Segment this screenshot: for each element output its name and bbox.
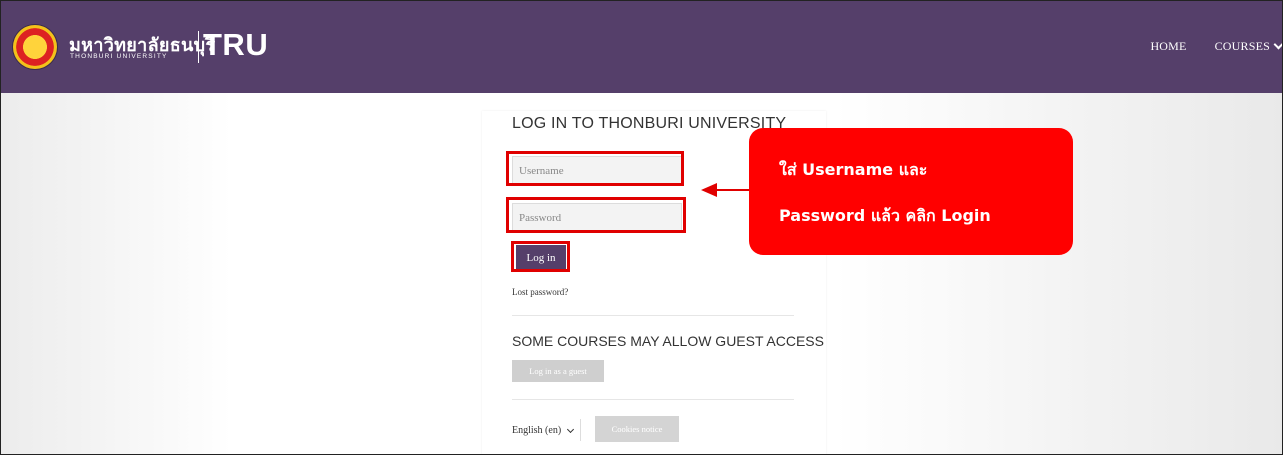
callout-line-1: ใส่ Username และ xyxy=(779,160,928,179)
browser-viewport: มหาวิทยาลัยธนบุรี THONBURI UNIVERSITY TR… xyxy=(0,0,1283,455)
arrow-left-icon xyxy=(701,183,717,197)
password-input[interactable] xyxy=(512,203,682,233)
cookies-notice-button[interactable]: Cookies notice xyxy=(595,416,679,442)
site-logo[interactable]: มหาวิทยาลัยธนบุรี THONBURI UNIVERSITY TR… xyxy=(13,25,268,69)
nav-home-label: HOME xyxy=(1150,39,1187,53)
instruction-callout: ใส่ Username และ Password แล้ว คลิก Logi… xyxy=(749,128,1073,255)
login-title: LOG IN TO THONBURI UNIVERSITY xyxy=(512,115,787,132)
lost-password-link[interactable]: Lost password? xyxy=(512,287,568,297)
nav-links: HOME COURSES xyxy=(1150,39,1282,54)
divider xyxy=(512,399,794,400)
divider xyxy=(512,315,794,316)
guest-login-button[interactable]: Log in as a guest xyxy=(512,360,604,382)
callout-arrow-line xyxy=(717,189,749,191)
username-input[interactable] xyxy=(512,156,682,186)
language-selector[interactable]: English (en) xyxy=(512,425,575,436)
footer-divider xyxy=(580,419,581,441)
nav-courses-label: COURSES xyxy=(1214,39,1270,53)
chevron-down-icon xyxy=(1273,39,1282,50)
nav-home-link[interactable]: HOME xyxy=(1150,39,1186,54)
navbar: มหาวิทยาลัยธนบุรี THONBURI UNIVERSITY TR… xyxy=(1,1,1282,93)
language-label: English (en) xyxy=(512,425,562,436)
logo-english-name: THONBURI UNIVERSITY xyxy=(70,53,168,60)
login-button[interactable]: Log in xyxy=(516,245,566,271)
guest-access-title: SOME COURSES MAY ALLOW GUEST ACCESS xyxy=(512,333,824,349)
callout-line-2: Password แล้ว คลิก Login xyxy=(779,206,991,225)
nav-courses-link[interactable]: COURSES xyxy=(1215,39,1282,54)
chevron-down-icon xyxy=(567,425,575,433)
logo-divider xyxy=(198,31,199,63)
logo-abbrev: TRU xyxy=(203,27,269,62)
university-seal-icon xyxy=(13,25,57,69)
